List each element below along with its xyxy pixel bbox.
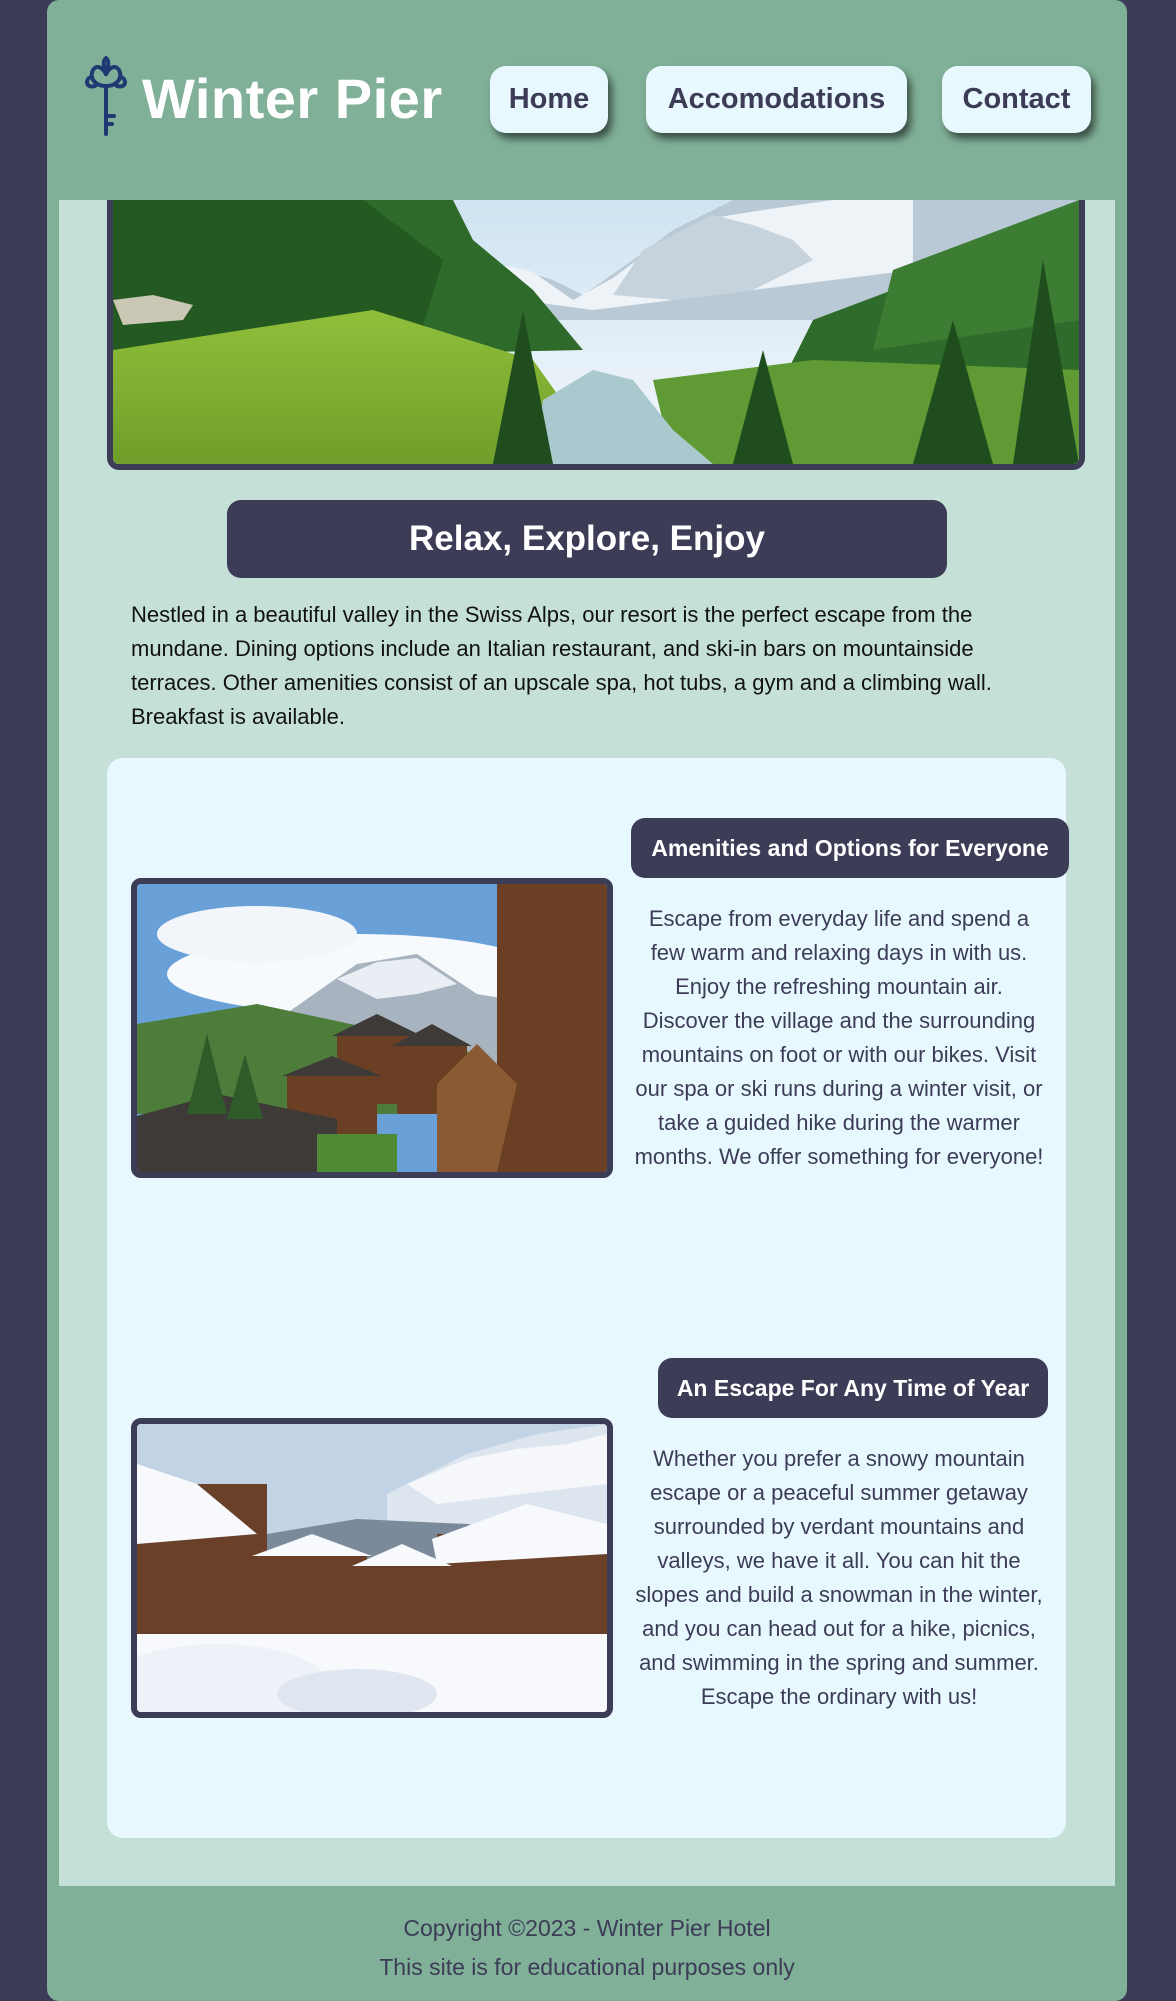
section-title-escape: An Escape For Any Time of Year	[658, 1358, 1048, 1418]
intro-paragraph: Nestled in a beautiful valley in the Swi…	[131, 602, 992, 729]
winter-village-photo	[131, 1418, 613, 1718]
nav-home-button[interactable]: Home	[490, 66, 608, 133]
site-header: Winter Pier Home Accomodations Contact	[47, 0, 1127, 200]
nav-contact-button[interactable]: Contact	[942, 66, 1091, 133]
footer-copyright: Copyright ©2023 - Winter Pier Hotel	[403, 1915, 771, 1941]
site-title[interactable]: Winter Pier	[142, 66, 443, 131]
key-icon[interactable]	[81, 55, 131, 138]
section-text-escape: Whether you prefer a snowy mountain esca…	[635, 1446, 1043, 1709]
section-text-amenities: Escape from everyday life and spend a fe…	[634, 906, 1044, 1169]
footer-note: This site is for educational purposes on…	[379, 1954, 795, 1980]
nav-accomodations-button[interactable]: Accomodations	[646, 66, 907, 133]
section-title-amenities: Amenities and Options for Everyone	[631, 818, 1069, 878]
summer-village-photo	[131, 878, 613, 1178]
hero-image	[107, 200, 1085, 470]
tagline-banner: Relax, Explore, Enjoy	[227, 500, 947, 578]
